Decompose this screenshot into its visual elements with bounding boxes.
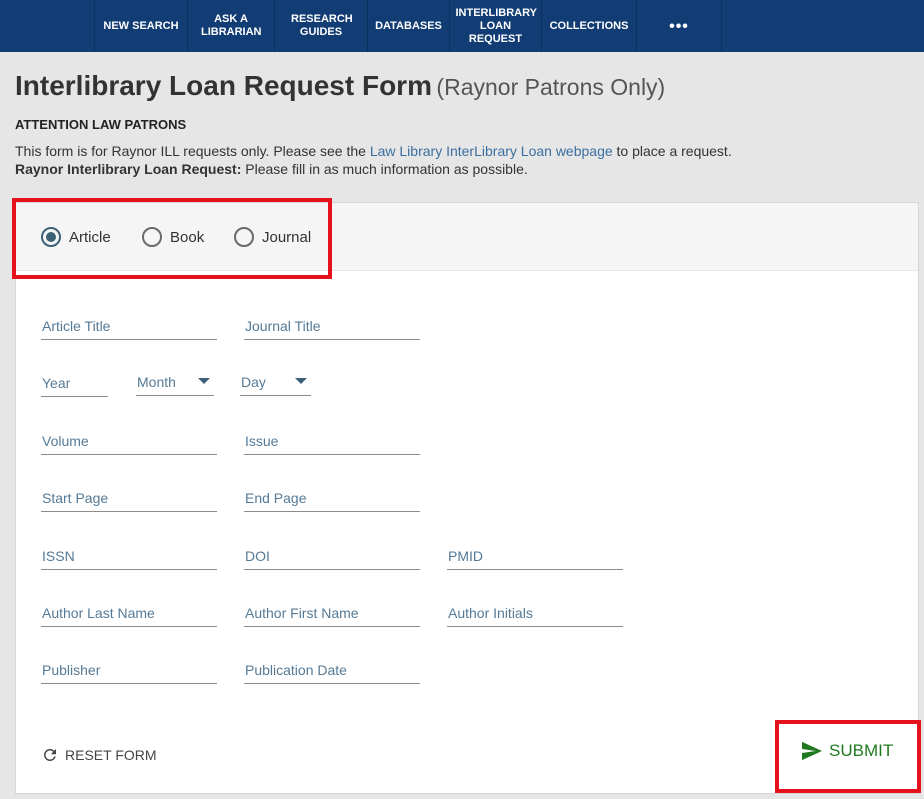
send-icon [802, 741, 822, 761]
nav-databases[interactable]: DATABASES [367, 0, 449, 52]
placeholder: Year [42, 375, 71, 391]
day-select[interactable]: Day [240, 372, 311, 396]
nav-label: ASK A LIBRARIAN [201, 13, 262, 38]
info-text: This form is for Raynor ILL requests onl… [15, 143, 732, 159]
nav-interlibrary-loan-request[interactable]: INTERLIBRARY LOAN REQUEST [449, 0, 541, 52]
more-glyph: ••• [669, 17, 689, 35]
placeholder: Month [137, 374, 176, 390]
request-instructions-bold: Raynor Interlibrary Loan Request: [15, 161, 242, 177]
author-first-name-input[interactable]: Author First Name [244, 603, 420, 627]
publication-date-input[interactable]: Publication Date [244, 660, 420, 684]
month-select[interactable]: Month [136, 372, 214, 396]
article-title-input[interactable]: Article Title [41, 316, 217, 340]
author-last-name-input[interactable]: Author Last Name [41, 603, 217, 627]
author-initials-input[interactable]: Author Initials [447, 603, 623, 627]
placeholder: Article Title [42, 318, 111, 334]
submit-label: SUBMIT [829, 741, 894, 760]
placeholder: Publisher [42, 662, 101, 678]
radio-label: Book [170, 228, 205, 246]
request-instructions: Raynor Interlibrary Loan Request: Please… [15, 161, 528, 177]
radio-book[interactable]: Book [142, 227, 204, 247]
issue-input[interactable]: Issue [244, 431, 420, 455]
placeholder: DOI [245, 548, 270, 564]
more-icon[interactable]: ••• [636, 0, 722, 52]
volume-input[interactable]: Volume [41, 431, 217, 455]
placeholder: Start Page [42, 490, 109, 506]
start-page-input[interactable]: Start Page [41, 488, 217, 512]
placeholder: ISSN [42, 548, 75, 564]
law-library-ill-link[interactable]: Law Library InterLibrary Loan webpage [370, 143, 613, 159]
refresh-icon [44, 749, 56, 761]
nav-strip: NEW SEARCH ASK A LIBRARIAN RESEARCH GUID… [94, 0, 722, 52]
nav-label: RESEARCH GUIDES [291, 13, 353, 38]
radio-unchecked-icon [234, 227, 254, 247]
issn-input[interactable]: ISSN [41, 546, 217, 570]
radio-unchecked-icon [142, 227, 162, 247]
radio-checked-icon [41, 227, 61, 247]
nav-label: DATABASES [375, 19, 442, 32]
placeholder: Author First Name [245, 605, 359, 621]
reset-form-label: RESET FORM [65, 747, 157, 763]
request-instructions-text: Please fill in as much information as po… [241, 161, 528, 177]
placeholder: Author Last Name [42, 605, 155, 621]
pmid-input[interactable]: PMID [447, 546, 623, 570]
radio-article[interactable]: Article [41, 227, 111, 247]
doi-input[interactable]: DOI [244, 546, 420, 570]
chevron-down-icon [198, 378, 210, 384]
top-navigation: NEW SEARCH ASK A LIBRARIAN RESEARCH GUID… [0, 0, 924, 52]
journal-title-input[interactable]: Journal Title [244, 316, 420, 340]
placeholder: Journal Title [245, 318, 321, 334]
end-page-input[interactable]: End Page [244, 488, 420, 512]
info-text-post: to place a request. [612, 143, 732, 159]
placeholder: Author Initials [448, 605, 533, 621]
attention-heading: ATTENTION LAW PATRONS [15, 117, 187, 132]
info-text-pre: This form is for Raynor ILL requests onl… [15, 143, 370, 159]
placeholder: End Page [245, 490, 307, 506]
nav-new-search[interactable]: NEW SEARCH [94, 0, 187, 52]
publisher-input[interactable]: Publisher [41, 660, 217, 684]
submit-button[interactable]: SUBMIT [801, 741, 893, 761]
page-title-subtitle: (Raynor Patrons Only) [436, 74, 666, 100]
placeholder: Publication Date [245, 662, 347, 678]
year-input[interactable]: Year [41, 373, 108, 397]
page-title-main: Interlibrary Loan Request Form [15, 70, 432, 101]
chevron-down-icon [295, 378, 307, 384]
request-form: Article Book Journal Article Title Journ… [15, 202, 919, 794]
nav-research-guides[interactable]: RESEARCH GUIDES [274, 0, 367, 52]
nav-collections[interactable]: COLLECTIONS [541, 0, 636, 52]
nav-label: INTERLIBRARY LOAN REQUEST [455, 6, 537, 45]
radio-journal[interactable]: Journal [234, 227, 311, 247]
placeholder: Day [241, 374, 266, 390]
placeholder: PMID [448, 548, 483, 564]
nav-label: COLLECTIONS [549, 19, 629, 32]
reset-form-button[interactable]: RESET FORM [41, 746, 157, 764]
nav-ask-a-librarian[interactable]: ASK A LIBRARIAN [187, 0, 274, 52]
placeholder: Volume [42, 433, 89, 449]
page-title: Interlibrary Loan Request Form (Raynor P… [15, 70, 665, 102]
radio-label: Article [69, 228, 111, 246]
request-type-bar: Article Book Journal [16, 203, 918, 271]
nav-label: NEW SEARCH [103, 19, 179, 32]
radio-label: Journal [262, 228, 312, 246]
placeholder: Issue [245, 433, 279, 449]
